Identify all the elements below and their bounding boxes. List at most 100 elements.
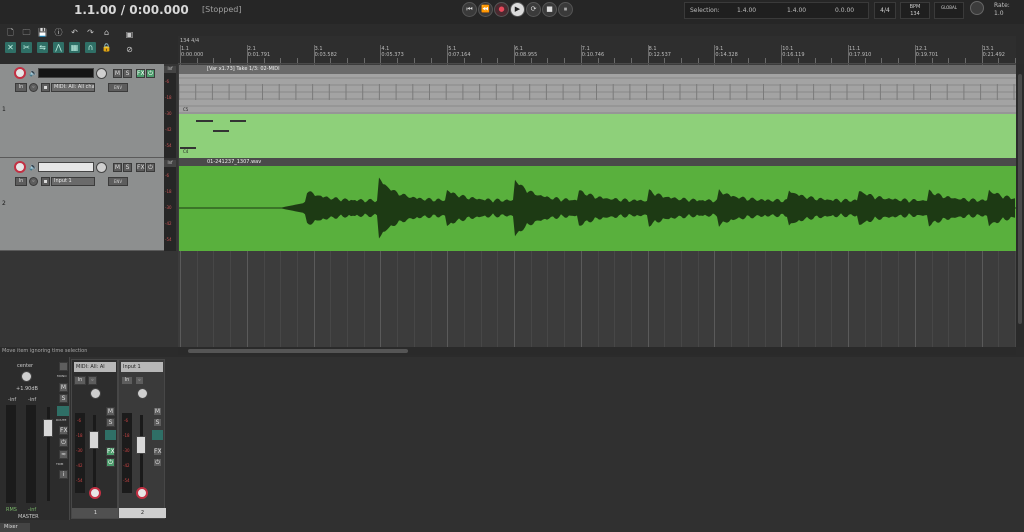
channel-route-icon[interactable]: [152, 430, 163, 440]
channel-route-icon[interactable]: [105, 430, 116, 440]
record-arm-button[interactable]: [14, 67, 26, 79]
bpm-display[interactable]: BPM 134: [900, 2, 930, 19]
envelope-button[interactable]: ENV: [108, 177, 128, 186]
input-monitor-button[interactable]: In: [15, 83, 27, 92]
crossfade-icon[interactable]: ∩: [85, 42, 96, 53]
track-1-header[interactable]: 1 🔈 M S FX ⏻ In ◦ ▪ MIDI: All: All chan …: [0, 64, 164, 158]
record-arm-button[interactable]: [14, 161, 26, 173]
master-solo-button[interactable]: S: [59, 394, 68, 403]
ruler-bar-label[interactable]: 1.1 0:00.000: [181, 46, 203, 58]
channel-input-button[interactable]: In: [74, 376, 86, 385]
grid-icon[interactable]: ▦: [69, 42, 80, 53]
ruler-bar-label[interactable]: 11.1 0:17.910: [849, 46, 871, 58]
new-project-icon[interactable]: 🗋: [5, 27, 16, 38]
fx-button[interactable]: FX: [136, 69, 145, 78]
fx-bypass-icon[interactable]: ⏻: [146, 69, 155, 78]
channel-pan-knob[interactable]: [137, 388, 148, 399]
tempo-marker[interactable]: 134 4/4: [180, 38, 199, 44]
solo-button[interactable]: S: [123, 69, 132, 78]
open-project-icon[interactable]: 🗀: [21, 27, 32, 38]
channel-fader[interactable]: [89, 431, 99, 449]
fx-bypass-icon[interactable]: ⏻: [146, 163, 155, 172]
channel-input-select[interactable]: MIDI: All: Al: [74, 362, 116, 372]
master-fader[interactable]: [43, 419, 53, 437]
snap-icon[interactable]: ✂: [21, 42, 32, 53]
routing-icon[interactable]: ▪: [41, 83, 50, 92]
channel-fx-bypass-icon[interactable]: ⏻: [153, 458, 162, 467]
selection-length[interactable]: 0.0.00: [835, 7, 854, 14]
repeat-button[interactable]: ⟳: [526, 2, 541, 17]
envelope-button[interactable]: ENV: [108, 83, 128, 92]
ruler-bar-label[interactable]: 10.1 0:16.119: [782, 46, 804, 58]
go-start-button[interactable]: ⏮: [462, 2, 477, 17]
master-fx-bypass-icon[interactable]: ⏻: [59, 438, 68, 447]
mute-button[interactable]: M: [113, 163, 122, 172]
timeline-ruler[interactable]: 134 4/4 1.1 0:00.000 2.1 0:01.791 3.1 0:03.58…: [178, 36, 1016, 64]
master-info-icon[interactable]: i: [59, 470, 68, 479]
midi-item[interactable]: [Var x1.73] Take 1/3: 02-MIDI C5 C4: [178, 65, 1016, 158]
fx-button[interactable]: FX: [136, 163, 145, 172]
redo-icon[interactable]: ↷: [85, 27, 96, 38]
solo-button[interactable]: S: [123, 163, 132, 172]
monitor-icon[interactable]: ◦: [29, 83, 38, 92]
channel-fx-bypass-icon[interactable]: ⏻: [106, 458, 115, 467]
ruler-bar-label[interactable]: 12.1 0:19.701: [916, 46, 938, 58]
channel-record-arm-button[interactable]: [136, 487, 148, 499]
horizontal-scrollbar[interactable]: [178, 347, 1016, 355]
rate-display[interactable]: Rate: 1.0: [994, 2, 1010, 18]
project-settings-icon[interactable]: ⓘ: [53, 27, 64, 38]
undo-icon[interactable]: ↶: [69, 27, 80, 38]
pause-button[interactable]: ⏸: [558, 2, 573, 17]
master-mute-button[interactable]: M: [59, 383, 68, 392]
time-signature[interactable]: 4/4: [874, 2, 896, 19]
ruler-bar-label[interactable]: 9.1 0:14.328: [715, 46, 737, 58]
channel-monitor-icon[interactable]: ◦: [88, 376, 97, 385]
input-monitor-button[interactable]: In: [15, 177, 27, 186]
rewind-button[interactable]: ⏪: [478, 2, 493, 17]
arrange-view[interactable]: [Var x1.73] Take 1/3: 02-MIDI C5 C4 01-2…: [178, 64, 1016, 347]
mixer-tab[interactable]: Mixer: [0, 523, 30, 532]
channel-fx-button[interactable]: FX: [106, 447, 115, 456]
selection-end[interactable]: 1.4.00: [787, 7, 806, 14]
volume-knob[interactable]: [96, 68, 107, 79]
lock-icon[interactable]: 🔒: [101, 42, 112, 53]
channel-pan-knob[interactable]: [90, 388, 101, 399]
track-name-field[interactable]: [38, 162, 94, 172]
selection-start[interactable]: 1.4.00: [737, 7, 756, 14]
master-pan-knob[interactable]: [21, 371, 32, 382]
channel-solo-button[interactable]: S: [106, 418, 115, 427]
channel-input-button[interactable]: In: [121, 376, 133, 385]
selection-display[interactable]: Selection: 1.4.00 1.4.00 0.0.00: [684, 2, 869, 19]
stop-button[interactable]: ■: [542, 2, 557, 17]
audio-item[interactable]: 01-241237_1307.wav: [179, 158, 1016, 251]
channel-record-arm-button[interactable]: [89, 487, 101, 499]
ruler-bar-label[interactable]: 7.1 0:10.746: [582, 46, 604, 58]
midi-note[interactable]: [180, 147, 196, 149]
mixer-channel-1[interactable]: MIDI: All: Al In ◦ -6 -18 -30 -42 -54 M …: [71, 359, 119, 519]
ruler-bar-label[interactable]: 6.1 0:08.955: [515, 46, 537, 58]
ruler-bar-label[interactable]: 4.1 0:05.373: [381, 46, 403, 58]
midi-note[interactable]: [213, 130, 229, 132]
ruler-bar-label[interactable]: 2.1 0:01.791: [248, 46, 270, 58]
routing-icon[interactable]: ▪: [41, 177, 50, 186]
grouping-icon[interactable]: ⋀: [53, 42, 64, 53]
volume-knob[interactable]: [96, 162, 107, 173]
track-name-field[interactable]: [38, 68, 94, 78]
channel-fader[interactable]: [136, 436, 146, 454]
playrate-knob[interactable]: [970, 1, 984, 15]
envelope-icon[interactable]: ⊘: [124, 44, 135, 55]
layout-icon[interactable]: ▣: [124, 29, 135, 40]
save-project-icon[interactable]: 💾: [37, 27, 48, 38]
record-button[interactable]: ●: [494, 2, 509, 17]
ruler-bar-label[interactable]: 5.1 0:07.164: [448, 46, 470, 58]
vertical-scrollbar[interactable]: [1016, 64, 1024, 347]
master-mono-button[interactable]: [59, 362, 68, 371]
master-fx-button[interactable]: FX: [59, 426, 68, 435]
master-route-icon[interactable]: [57, 406, 69, 416]
channel-mute-button[interactable]: M: [153, 407, 162, 416]
input-select[interactable]: MIDI: All: All chan: [51, 83, 95, 92]
ruler-bar-label[interactable]: 3.1 0:03.582: [315, 46, 337, 58]
channel-solo-button[interactable]: S: [153, 418, 162, 427]
ruler-bar-label[interactable]: 13.1 0:21.492: [983, 46, 1005, 58]
channel-input-select[interactable]: Input 1: [121, 362, 163, 372]
